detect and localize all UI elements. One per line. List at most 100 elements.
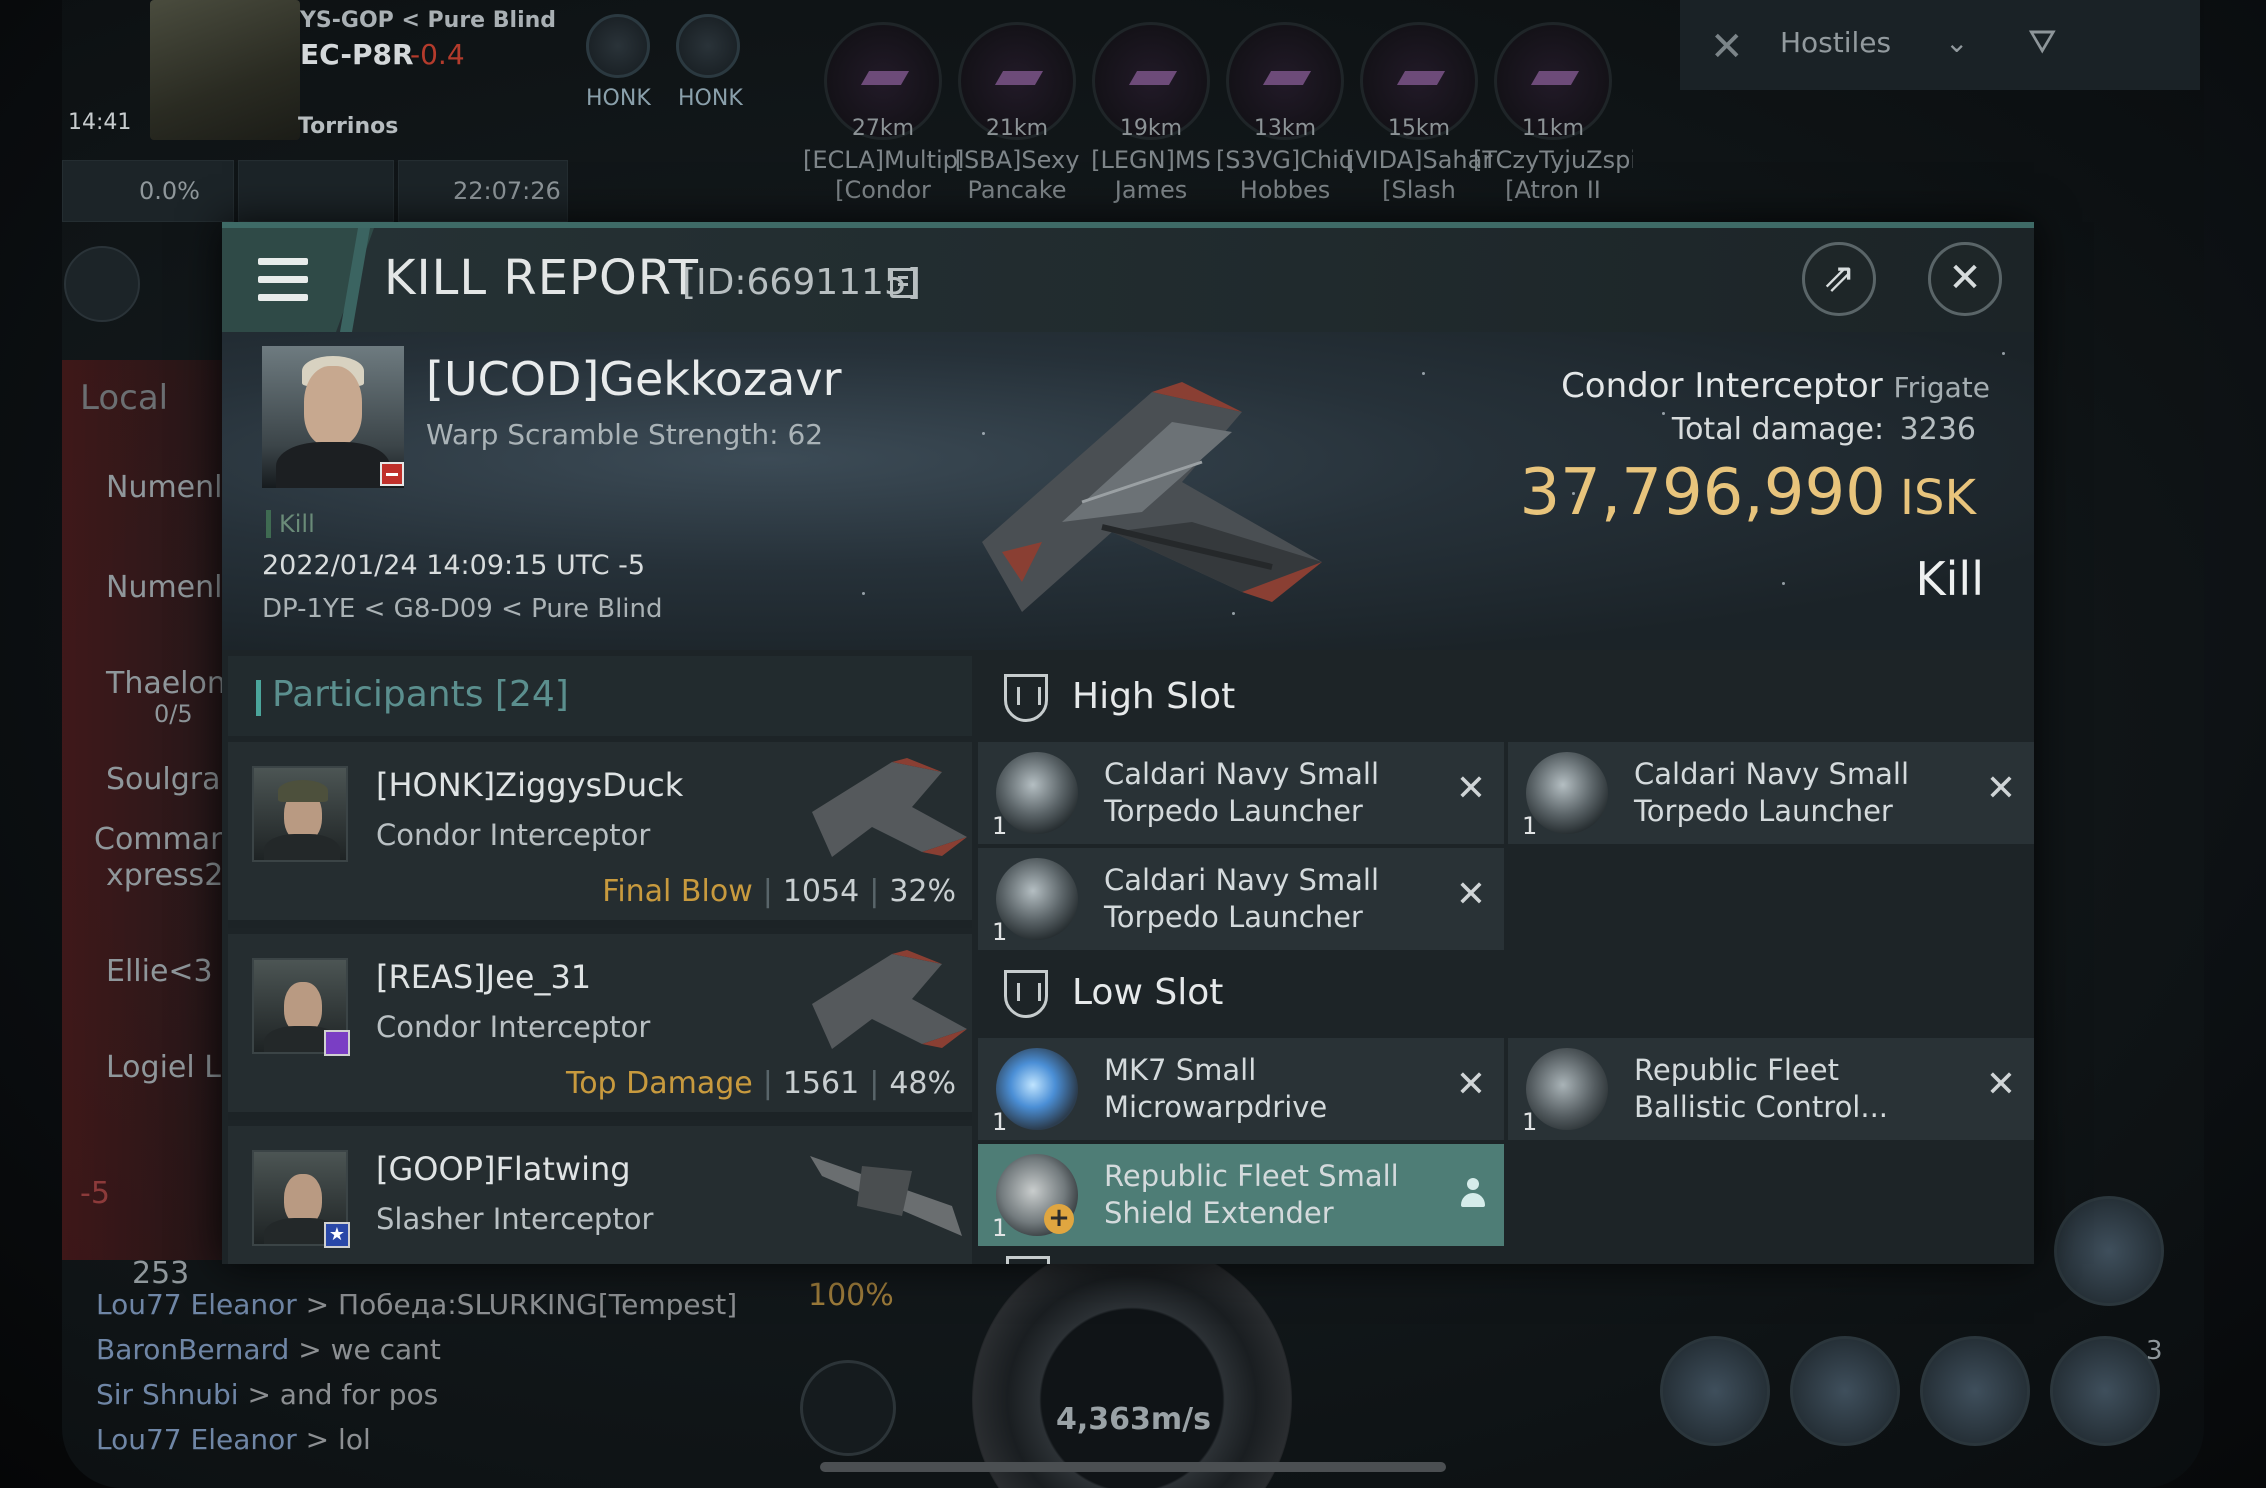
module-button-3[interactable] [1920, 1336, 2030, 1446]
local-member[interactable]: Soulgra [106, 762, 221, 797]
corp-standing-badge [380, 462, 404, 486]
top-damage-tag: Top Damage [565, 1066, 753, 1101]
kill-location[interactable]: DP-1YE < G8-D09 < Pure Blind [262, 594, 663, 624]
participant-ship: Condor Interceptor [376, 818, 651, 852]
victim-ship-render [982, 382, 1322, 612]
throttle-percent: 100% [808, 1278, 894, 1313]
local-member-sub: 0/5 [154, 700, 193, 728]
copy-icon[interactable] [890, 268, 916, 298]
target-name: [TCzyTyjuZspisZ [1473, 146, 1633, 174]
microwarpdrive-icon [996, 1048, 1078, 1130]
share-button[interactable]: ⇗ [1802, 242, 1876, 316]
total-damage: Total damage: 3236 [1672, 412, 1976, 447]
local-member[interactable]: Numenl [106, 470, 222, 505]
alliance-badge [324, 1030, 350, 1056]
local-member[interactable]: xpress2 [106, 858, 223, 893]
current-system[interactable]: EC-P8R [300, 38, 414, 71]
shield-indicator[interactable] [238, 160, 394, 222]
fleet-member-1[interactable] [586, 14, 650, 78]
victim-name[interactable]: [UCOD]Gekkozavr [426, 352, 842, 406]
map-pin-button[interactable] [64, 246, 140, 322]
title-bar: KILL REPORT [ID:6691115] ⇗ ✕ [222, 228, 2034, 332]
target-5[interactable]: 15km [VIDA]Sahar [Slash [1346, 22, 1492, 204]
participant-ship: Condor Interceptor [376, 1010, 651, 1044]
participant-percent: 32% [889, 874, 956, 909]
kill-tag: Kill [266, 510, 315, 538]
participant-name: [HONK]ZiggysDuck [376, 766, 684, 804]
local-member[interactable]: Logiel L [106, 1050, 221, 1085]
participant-row[interactable]: [HONK]ZiggysDuck Condor Interceptor Fina… [228, 742, 972, 928]
module-quantity: 1 [992, 918, 1008, 946]
chat-author[interactable]: BaronBernard [96, 1333, 289, 1366]
module-tile[interactable]: 1 Caldari Navy Small Torpedo Launcher ✕ [1508, 742, 2034, 844]
chat-log[interactable]: Lou77 Eleanor > Победа:SLURKING[Tempest]… [96, 1282, 796, 1462]
destroyed-icon: ✕ [1985, 1064, 2016, 1105]
home-indicator[interactable] [820, 1462, 1446, 1472]
target-2[interactable]: 21km [SBA]Sexy Pancake [952, 22, 1082, 204]
participant-row[interactable]: ★ [GOOP]Flatwing Slasher Interceptor [228, 1126, 972, 1264]
participant-ship-icon [812, 758, 967, 857]
target-1[interactable]: 27km [ECLA]Multiple [Condor [803, 22, 963, 204]
local-member[interactable]: Numenl [106, 570, 222, 605]
module-quantity: 1 [1522, 812, 1538, 840]
pilot-name: Torrinos [298, 114, 399, 139]
total-damage-value: 3236 [1899, 412, 1976, 447]
chat-author[interactable]: Sir Shnubi [96, 1378, 239, 1411]
mid-slot-header [978, 1248, 2034, 1264]
close-button[interactable]: ✕ [1928, 242, 2002, 316]
chat-line: Sir Shnubi > and for pos [96, 1372, 796, 1417]
module-button-2[interactable] [1790, 1336, 1900, 1446]
victim-ship-type[interactable]: Condor Interceptor Frigate [1561, 366, 1990, 406]
participant-ship-icon [812, 950, 967, 1049]
module-button-1[interactable] [1660, 1336, 1770, 1446]
chat-author[interactable]: Lou77 Eleanor [96, 1288, 297, 1321]
participant-ship-icon [810, 1156, 962, 1236]
target-6[interactable]: 11km [TCzyTyjuZspisZ [Atron II [1473, 22, 1633, 204]
isk-amount: 37,796,990 [1519, 456, 1886, 530]
module-tile[interactable]: 1 MK7 Small Microwarpdrive ✕ [978, 1038, 1504, 1140]
participant-stats: Top Damage | 1561 | 48% [565, 1066, 956, 1101]
module-tile[interactable]: 1 Republic Fleet Ballistic Control... ✕ [1508, 1038, 2034, 1140]
session-timer: 22:07:26 [453, 177, 561, 205]
participant-damage: 1561 [782, 1066, 860, 1101]
ship-class: Frigate [1893, 371, 1991, 404]
isk-unit: ISK [1899, 470, 1976, 526]
ship-name: Condor Interceptor [1561, 366, 1883, 406]
module-button-4[interactable] [2050, 1336, 2160, 1446]
timer-indicator[interactable]: 22:07:26 [398, 160, 568, 222]
cargo-percent: 0.0% [139, 177, 200, 205]
pilot-portrait[interactable] [150, 0, 300, 140]
target-4[interactable]: 13km [S3VG]Chiq Hobbes [1216, 22, 1354, 204]
kill-id: [ID:6691115] [682, 262, 921, 303]
local-member[interactable]: Ellie<3 [106, 954, 213, 989]
module-tile[interactable]: 1 Caldari Navy Small Torpedo Launcher ✕ [978, 848, 1504, 950]
overview-filter-select[interactable]: Hostiles [1780, 26, 1891, 59]
security-status: -0.4 [410, 38, 465, 71]
filter-icon[interactable]: ⛛ [2028, 22, 2072, 66]
module-name: Caldari Navy Small Torpedo Launcher [1634, 757, 1910, 828]
high-slot-header: High Slot [978, 656, 2034, 742]
chat-author[interactable]: Lou77 Eleanor [96, 1423, 297, 1456]
module-quantity: 1 [992, 812, 1008, 840]
fleet-member-2[interactable] [676, 14, 740, 78]
local-member[interactable]: Thaelon [106, 666, 226, 701]
kill-report-window: KILL REPORT [ID:6691115] ⇗ ✕ [UCOD]Gekko… [222, 222, 2034, 1264]
torpedo-launcher-icon [1526, 752, 1608, 834]
module-button-5[interactable] [2054, 1196, 2164, 1306]
mid-slot-icon [1006, 1256, 1050, 1264]
participant-damage: 1054 [782, 874, 860, 909]
victim-summary: [UCOD]Gekkozavr Warp Scramble Strength: … [222, 332, 2034, 650]
camera-button[interactable] [800, 1360, 896, 1456]
participant-ship: Slasher Interceptor [376, 1202, 654, 1236]
cargo-indicator[interactable]: 0.0% [62, 160, 234, 222]
chevron-down-icon[interactable]: ⌄ [1945, 26, 1968, 59]
region-path: YS-GOP < Pure Blind [300, 8, 557, 33]
torpedo-launcher-icon [996, 752, 1078, 834]
torpedo-launcher-icon [996, 858, 1078, 940]
participant-row[interactable]: [REAS]Jee_31 Condor Interceptor Top Dama… [228, 934, 972, 1120]
module-tile-selected[interactable]: + 1 Republic Fleet Small Shield Extender [978, 1144, 1504, 1246]
warp-scramble-strength: Warp Scramble Strength: 62 [426, 418, 824, 451]
target-3[interactable]: 19km [LEGN]MS James [1086, 22, 1216, 204]
local-chat-panel[interactable]: Local Numenl Numenl Thaelon 0/5 Soulgra … [62, 360, 248, 1260]
module-tile[interactable]: 1 Caldari Navy Small Torpedo Launcher ✕ [978, 742, 1504, 844]
